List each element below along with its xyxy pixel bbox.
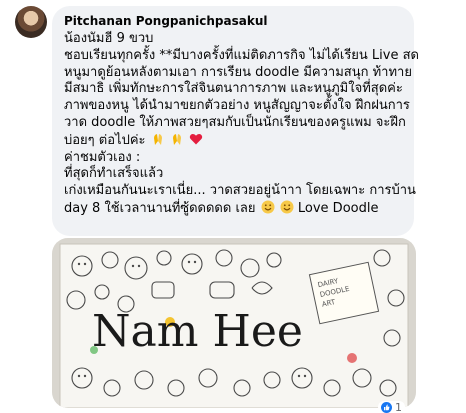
drawing-title-text: Nam Hee (92, 306, 303, 357)
smiling-face-icon (261, 200, 275, 214)
doodle-drawing-image: DAIRY DOODLE ART Nam Hee (52, 238, 416, 408)
reaction-count: 1 (395, 400, 402, 413)
comment-line: ค่าชมตัวเอง : (64, 149, 141, 165)
comment-line: ที่สุดก็ทำเสร็จแล้ว (64, 166, 164, 182)
comment-bubble: Pitchanan Pongpanichpasakul น้องนัมฮี 9 … (52, 6, 419, 236)
reaction-summary[interactable]: 1 (378, 401, 405, 413)
attached-photo[interactable]: DAIRY DOODLE ART Nam Hee (52, 238, 416, 408)
comment-line: ภาพของหนู ได้นำมาขยกตัวอย่าง หนูสัญญาจะต… (64, 98, 410, 114)
comment-line-text: Love Doodle (297, 200, 379, 216)
comment-line-text: day 8 ใช้เวลานานที่ซู้ดดดดด เลย (64, 200, 256, 216)
comment-line: หนูมาดูย้อนหลังตามเอา การเรียน doodle มี… (64, 64, 412, 80)
praying-hands-icon (153, 133, 162, 145)
smiling-face-icon (280, 200, 294, 214)
comment-line-text: บ่อยๆ ต่อไปค่ะ (64, 132, 146, 148)
comment-line: มีสมาธิ เพิ่มทักษะการใส่จินตนาการภาพ และ… (64, 81, 403, 97)
author-avatar[interactable] (15, 6, 47, 38)
comment-line-with-emoji: day 8 ใช้เวลานานที่ซู้ดดดดด เลย Love Doo… (64, 200, 402, 218)
heart-icon (189, 133, 203, 145)
comment-line: เก่งเหมือนกันนะเราเนี่ย... วาดสวยอยู่น้า… (64, 183, 416, 199)
comment-line: ชอบเรียนทุกครั้ง **มีบางครั้งที่แม่ติดภา… (64, 47, 419, 63)
comment-author-name[interactable]: Pitchanan Pongpanichpasakul (64, 14, 402, 29)
praying-hands-icon (172, 133, 181, 145)
comment-line: น้องนัมฮี 9 ขวบ (64, 31, 154, 46)
comment-line-with-emoji: บ่อยๆ ต่อไปค่ะ (64, 132, 402, 150)
comment-line: วาด doodle ให้ภาพสวยๆสมกับเป็นนักเรียนขอ… (64, 114, 406, 130)
like-reaction-icon (381, 401, 392, 413)
